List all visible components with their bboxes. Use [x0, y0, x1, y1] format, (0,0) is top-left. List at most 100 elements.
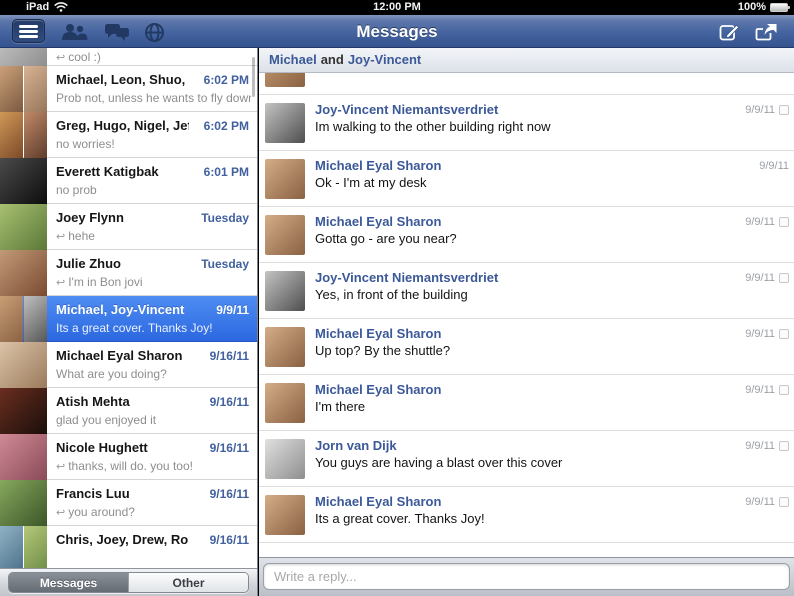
message-checkbox[interactable] — [779, 217, 789, 227]
reply-arrow-icon: ↩ — [56, 231, 65, 243]
scrollbar[interactable] — [252, 57, 255, 97]
message-row: Jorn van Dijk You guys are having a blast… — [259, 431, 794, 487]
message-meta: 9/9/11 — [745, 216, 789, 228]
conversation-preview: ↩thanks, will do. you too! — [56, 459, 251, 473]
conversation-timestamp: Tuesday — [201, 257, 249, 271]
header-connector: and — [321, 52, 344, 67]
avatar-photo — [24, 526, 47, 568]
avatar — [0, 434, 47, 480]
thread-header: Michael and Joy-Vincent — [259, 48, 794, 73]
avatar-photo — [0, 204, 47, 250]
message-meta: 9/9/11 — [745, 440, 789, 452]
tab-other[interactable]: Other — [128, 573, 248, 592]
message-checkbox[interactable] — [779, 385, 789, 395]
message-checkbox[interactable] — [779, 329, 789, 339]
conversation-name: Michael, Leon, Shuo, Jona... — [56, 72, 189, 87]
message-text: You guys are having a blast over this co… — [315, 455, 702, 470]
message-checkbox[interactable] — [779, 273, 789, 283]
mailbox-segmented-control: Messages Other — [8, 572, 249, 593]
avatar-photo — [0, 250, 47, 296]
conversation-name: Julie Zhuo — [56, 256, 189, 271]
message-checkbox[interactable] — [779, 105, 789, 115]
reply-arrow-icon: ↩ — [56, 461, 65, 473]
conversation-row[interactable]: Joey FlynnTuesday↩hehe — [0, 204, 257, 250]
avatar-photo — [24, 112, 47, 158]
participant-link[interactable]: Joy-Vincent — [348, 52, 421, 67]
tab-messages[interactable]: Messages — [9, 573, 128, 592]
conversation-row-partial[interactable]: ↩cool :) — [0, 48, 257, 66]
conversation-row[interactable]: Julie Zhuo Tuesday ↩I'm in Bon jovi — [0, 250, 257, 296]
avatar — [265, 73, 305, 87]
message-meta: 9/9/11 — [745, 104, 789, 116]
reply-bar — [259, 557, 794, 596]
message-timestamp: 9/9/11 — [745, 440, 775, 452]
message-sender[interactable]: Joy-Vincent Niemantsverdriet — [315, 270, 498, 285]
message-sender[interactable]: Michael Eyal Sharon — [315, 326, 441, 341]
conversation-row[interactable]: Greg, Hugo, Nigel, Jeff,...6:02 PMno wor… — [0, 112, 257, 158]
conversation-timestamp: 9/16/11 — [210, 441, 249, 455]
avatar — [265, 383, 305, 423]
message-sender[interactable]: Michael Eyal Sharon — [315, 382, 441, 397]
compose-icon[interactable] — [719, 22, 740, 42]
avatar-photo — [0, 342, 47, 388]
message-timestamp: 9/9/11 — [745, 328, 775, 340]
message-sender[interactable]: Michael Eyal Sharon — [315, 158, 441, 173]
mailbox-toolbar: Messages Other — [0, 568, 257, 596]
message-text: Up top? By the shuttle? — [315, 343, 702, 358]
reply-input[interactable] — [263, 563, 790, 590]
battery-percent: 100% — [738, 1, 766, 13]
avatar — [265, 271, 305, 311]
conversation-preview: ↩cool :) — [56, 50, 101, 64]
avatar — [0, 388, 47, 434]
avatar-photo — [0, 112, 23, 158]
avatar — [265, 495, 305, 535]
conversation-row[interactable]: Atish Mehta9/16/11glad you enjoyed it — [0, 388, 257, 434]
message-checkbox[interactable] — [779, 497, 789, 507]
message-timestamp: 9/9/11 — [745, 216, 775, 228]
conversation-row[interactable]: Michael Eyal Sharon9/16/11What are you d… — [0, 342, 257, 388]
conversation-row[interactable]: Nicole Hughett9/16/11↩thanks, will do. y… — [0, 434, 257, 480]
share-icon[interactable] — [755, 22, 778, 42]
page-title: Messages — [0, 22, 794, 42]
message-sender[interactable]: Michael Eyal Sharon — [315, 214, 441, 229]
avatar-photo — [0, 480, 47, 526]
conversation-timestamp: 6:02 PM — [204, 73, 249, 87]
conversation-row[interactable]: Everett Katigbak6:01 PMno prob — [0, 158, 257, 204]
avatar — [0, 250, 47, 296]
message-row: Michael Eyal SharonOk - I'm at my desk9/… — [259, 151, 794, 207]
message-row: Michael Eyal Sharon Its a great cover. Th… — [259, 487, 794, 543]
message-text: I'm there — [315, 399, 702, 414]
conversation-timestamp: 9/16/11 — [210, 395, 249, 409]
avatar — [0, 480, 47, 526]
message-checkbox[interactable] — [779, 441, 789, 451]
conversation-timestamp: Tuesday — [201, 211, 249, 225]
avatar — [0, 66, 47, 112]
conversation-name: Francis Luu — [56, 486, 189, 501]
message-meta: 9/9/11 — [745, 328, 789, 340]
message-meta: 9/9/11 — [745, 496, 789, 508]
avatar-photo — [0, 526, 23, 568]
conversation-row[interactable]: Chris, Joey, Drew, Rob, Fr...9/16/11 — [0, 526, 257, 568]
avatar — [0, 112, 47, 158]
participant-link[interactable]: Michael — [269, 52, 317, 67]
message-row: Joy-Vincent NiemantsverdrietIm walking t… — [259, 95, 794, 151]
conversation-name: Joey Flynn — [56, 210, 189, 225]
conversation-preview: ↩I'm in Bon jovi — [56, 275, 251, 289]
message-sender[interactable]: Michael Eyal Sharon — [315, 494, 441, 509]
conversation-name: Greg, Hugo, Nigel, Jeff,... — [56, 118, 189, 133]
conversation-row[interactable]: Michael, Leon, Shuo, Jona...6:02 PMProb … — [0, 66, 257, 112]
conversation-name: Michael, Joy-Vincent — [56, 302, 189, 317]
reply-arrow-icon: ↩ — [56, 52, 65, 64]
conversation-sidebar: ↩cool :) Michael, Leon, Shuo, Jona... 6:0… — [0, 48, 258, 596]
message-text: Its a great cover. Thanks Joy! — [315, 511, 702, 526]
message-sender[interactable]: Joy-Vincent Niemantsverdriet — [315, 102, 498, 117]
message-row: Joy-Vincent NiemantsverdrietYes, in fron… — [259, 263, 794, 319]
message-sender[interactable]: Jorn van Dijk — [315, 438, 397, 453]
conversation-row[interactable]: Francis Luu9/16/11↩you around? — [0, 480, 257, 526]
message-row: Michael Eyal Sharon Up top? By the shuttl… — [259, 319, 794, 375]
message-meta: 9/9/11 — [745, 384, 789, 396]
message-meta: 9/9/11 — [745, 272, 789, 284]
avatar — [0, 158, 47, 204]
reply-arrow-icon: ↩ — [56, 507, 65, 519]
conversation-row[interactable]: Michael, Joy-Vincent9/9/11Its a great co… — [0, 296, 257, 342]
